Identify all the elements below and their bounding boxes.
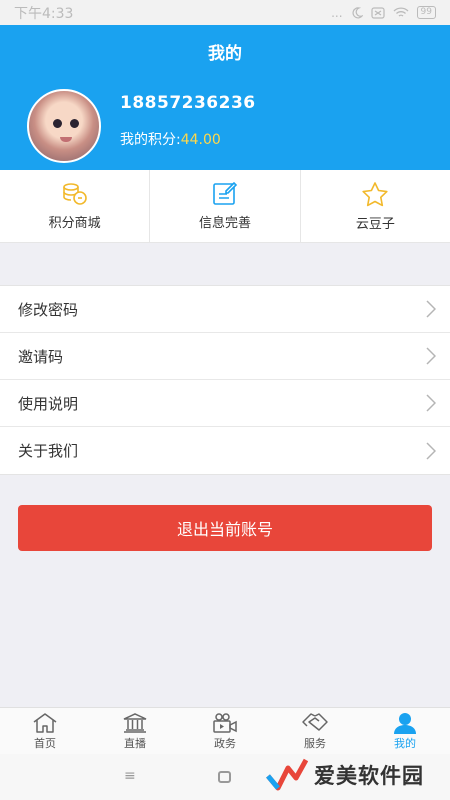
nav-home-button[interactable] xyxy=(218,771,231,783)
status-time: 下午4:33 xyxy=(14,5,74,22)
avatar-eye-left xyxy=(53,119,62,128)
chevron-right-icon xyxy=(426,347,436,365)
quick-label: 云豆子 xyxy=(355,216,395,232)
points-value: 44.00 xyxy=(180,132,221,148)
tab-label: 政务 xyxy=(214,736,236,750)
tab-mine[interactable]: 我的 xyxy=(360,708,450,754)
signal-dots: ... xyxy=(331,5,343,20)
tab-label: 首页 xyxy=(34,736,56,750)
avatar-mouth xyxy=(60,137,72,142)
battery-level: 99 xyxy=(416,6,436,19)
tab-live[interactable]: 直播 xyxy=(90,708,180,754)
bottom-tab-bar: 首页 直播 政务 服务 我的 xyxy=(0,707,450,754)
logout-button[interactable]: 退出当前账号 xyxy=(18,505,432,551)
profile-header: 我的 18857236236 我的积分:44.00 xyxy=(0,25,450,170)
wifi-icon xyxy=(393,6,409,17)
watermark: 爱美软件园 xyxy=(266,758,424,792)
video-camera-icon xyxy=(213,712,237,733)
moon-icon xyxy=(352,6,363,18)
star-icon xyxy=(362,181,388,206)
home-icon xyxy=(33,712,57,733)
quick-actions: 积分商城 信息完善 云豆子 xyxy=(0,170,450,243)
chevron-right-icon xyxy=(426,441,436,460)
watermark-text: 爱美软件园 xyxy=(314,764,424,788)
menu-item-instructions[interactable]: 使用说明 xyxy=(0,380,450,427)
quick-cloud-beans[interactable]: 云豆子 xyxy=(301,170,450,242)
building-icon xyxy=(123,712,147,733)
menu-item-change-password[interactable]: 修改密码 xyxy=(0,286,450,333)
menu-item-about-us[interactable]: 关于我们 xyxy=(0,427,450,474)
quick-label: 信息完善 xyxy=(198,215,251,231)
avatar-eye-right xyxy=(70,119,79,128)
quick-info-complete[interactable]: 信息完善 xyxy=(150,170,301,242)
handshake-icon xyxy=(302,712,328,731)
menu-item-label: 使用说明 xyxy=(18,394,79,413)
tab-label: 直播 xyxy=(124,736,146,750)
avatar[interactable] xyxy=(27,89,101,163)
person-icon xyxy=(394,712,416,734)
menu-item-label: 关于我们 xyxy=(18,442,79,460)
chevron-right-icon xyxy=(426,300,436,318)
menu-item-label: 邀请码 xyxy=(18,347,64,366)
nav-menu-button[interactable]: ≡ xyxy=(124,768,136,784)
chevron-right-icon xyxy=(426,394,436,412)
status-icons: ... 99 xyxy=(331,6,436,20)
tab-government[interactable]: 政务 xyxy=(180,708,270,754)
page-title: 我的 xyxy=(208,44,242,64)
settings-menu: 修改密码 邀请码 使用说明 关于我们 xyxy=(0,285,450,475)
tab-label: 服务 xyxy=(304,736,326,750)
tab-home[interactable]: 首页 xyxy=(0,708,90,754)
quick-label: 积分商城 xyxy=(48,215,101,231)
tab-service[interactable]: 服务 xyxy=(270,708,360,754)
no-sim-icon xyxy=(370,6,385,19)
points-label: 我的积分: xyxy=(120,132,181,148)
quick-points-mall[interactable]: 积分商城 xyxy=(0,170,151,242)
menu-item-label: 修改密码 xyxy=(18,300,79,319)
status-bar: 下午4:33 ... 99 xyxy=(0,0,450,25)
user-phone: 18857236236 xyxy=(120,93,256,113)
points-line: 我的积分:44.00 xyxy=(120,129,221,149)
edit-profile-icon xyxy=(213,181,238,205)
watermark-logo-icon xyxy=(266,758,308,791)
menu-item-invite-code[interactable]: 邀请码 xyxy=(0,333,450,380)
tab-label: 我的 xyxy=(394,736,416,750)
coins-icon xyxy=(62,182,87,205)
